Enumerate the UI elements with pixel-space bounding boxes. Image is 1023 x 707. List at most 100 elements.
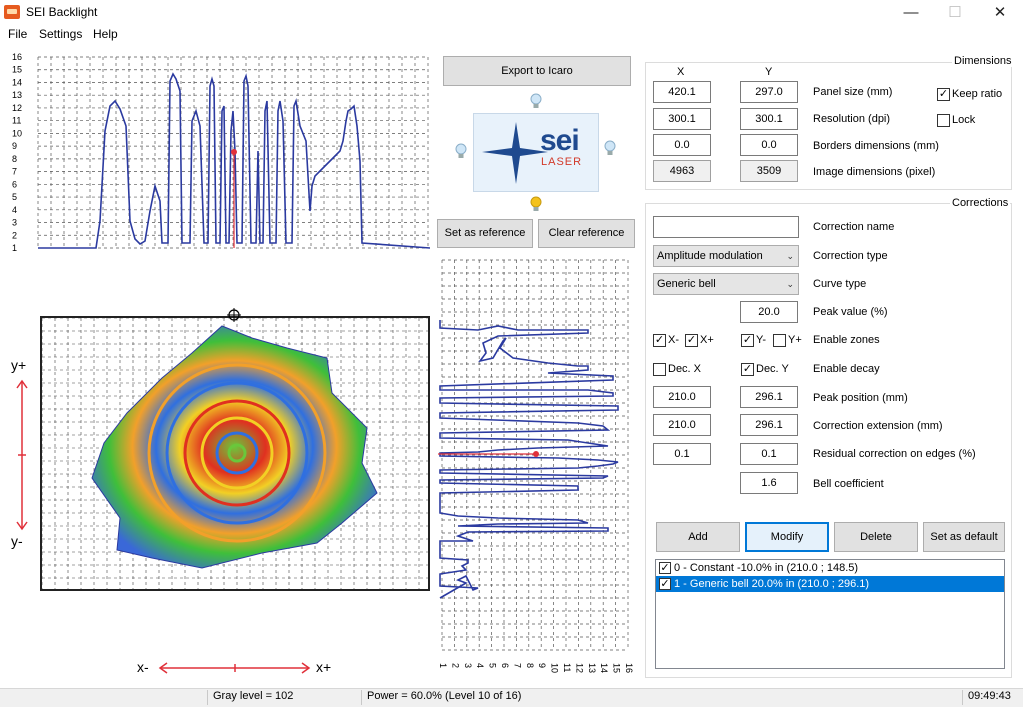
y-tick-label: 2 <box>12 230 17 240</box>
list-item-label: 0 - Constant -10.0% in (210.0 ; 148.5) <box>674 562 859 574</box>
residual-y-input[interactable]: 0.1 <box>740 443 798 465</box>
set-as-default-button[interactable]: Set as default <box>923 522 1005 552</box>
borders-y-input[interactable]: 0.0 <box>740 134 798 156</box>
top-plot-y-ticks: 16 15 14 13 12 11 10 9 8 7 6 5 4 3 2 1 <box>12 52 22 251</box>
list-item[interactable]: ✓ 1 - Generic bell 20.0% in (210.0 ; 296… <box>656 576 1004 592</box>
crosshair-icon[interactable] <box>227 308 241 322</box>
bell-coefficient-input[interactable]: 1.6 <box>740 472 798 494</box>
panel-size-y-input[interactable]: 297.0 <box>740 81 798 103</box>
zone-y-plus-checkbox[interactable] <box>773 334 786 347</box>
y-tick-label: 3 <box>12 218 17 228</box>
status-separator <box>962 690 963 705</box>
right-plot-x-ticks: 1 2 3 4 5 6 7 8 9 10 11 12 13 14 15 16 <box>438 663 634 673</box>
x-tick-label: 7 <box>512 663 522 668</box>
y-tick-label: 16 <box>12 52 22 62</box>
peak-position-y-input[interactable]: 296.1 <box>740 386 798 408</box>
x-minus-label: x- <box>137 659 149 675</box>
menu-file[interactable]: File <box>8 27 27 41</box>
top-profile-plot: 16 15 14 13 12 11 10 9 8 7 6 5 4 3 2 1 <box>10 51 430 251</box>
peak-value-input[interactable]: 20.0 <box>740 301 798 323</box>
peak-position-label: Peak position (mm) <box>813 392 908 404</box>
add-button[interactable]: Add <box>656 522 740 552</box>
zone-x-plus-checkbox[interactable]: ✓ <box>685 334 698 347</box>
lightbulb-bottom-icon[interactable] <box>529 196 543 212</box>
clear-reference-button[interactable]: Clear reference <box>538 219 635 248</box>
peak-position-x-input[interactable]: 210.0 <box>653 386 711 408</box>
gray-level-status: Gray level = 102 <box>213 690 294 702</box>
menu-help[interactable]: Help <box>93 27 118 41</box>
image-canvas[interactable] <box>40 316 430 591</box>
zone-x-minus-label: X- <box>668 334 679 346</box>
dec-y-label: Dec. Y <box>756 363 789 375</box>
window-title: SEI Backlight <box>26 5 98 19</box>
y-tick-label: 12 <box>12 103 22 113</box>
image-dim-y-value: 3509 <box>740 160 798 182</box>
y-tick-label: 9 <box>12 141 17 151</box>
top-marker-dot <box>231 149 237 155</box>
resolution-label: Resolution (dpi) <box>813 113 891 125</box>
status-separator <box>207 690 208 705</box>
corrections-list[interactable]: ✓ 0 - Constant -10.0% in (210.0 ; 148.5)… <box>655 559 1005 669</box>
y-tick-label: 10 <box>12 128 22 138</box>
zone-x-minus-checkbox[interactable]: ✓ <box>653 334 666 347</box>
dec-y-checkbox[interactable]: ✓ <box>741 363 754 376</box>
peak-value-label: Peak value (%) <box>813 306 888 318</box>
dec-x-label: Dec. X <box>668 363 702 375</box>
zone-x-plus-label: X+ <box>700 334 714 346</box>
y-axis-arrow <box>16 379 28 531</box>
keep-ratio-checkbox[interactable]: ✓ <box>937 88 950 101</box>
zone-y-minus-checkbox[interactable]: ✓ <box>741 334 754 347</box>
y-tick-label: 15 <box>12 65 22 75</box>
curve-type-select[interactable]: Generic bell ⌄ <box>653 273 799 295</box>
extension-y-input[interactable]: 296.1 <box>740 414 798 436</box>
residual-x-input[interactable]: 0.1 <box>653 443 711 465</box>
enable-zones-label: Enable zones <box>813 334 880 346</box>
delete-button[interactable]: Delete <box>834 522 918 552</box>
list-item-checkbox[interactable]: ✓ <box>659 562 671 574</box>
y-tick-label: 1 <box>12 243 17 251</box>
sei-laser-logo: sei LASER <box>473 113 599 192</box>
close-button[interactable]: ✕ <box>977 0 1023 25</box>
modify-button[interactable]: Modify <box>745 522 829 552</box>
right-marker-dot <box>533 451 539 457</box>
list-item-checkbox[interactable]: ✓ <box>659 578 671 590</box>
y-tick-label: 14 <box>12 77 22 87</box>
maximize-button[interactable]: ☐ <box>932 0 978 25</box>
lightbulb-top-icon[interactable] <box>529 93 543 109</box>
app-icon <box>4 5 20 19</box>
x-tick-label: 2 <box>450 663 460 668</box>
curve-type-label: Curve type <box>813 278 867 290</box>
status-separator <box>361 690 362 705</box>
zone-y-minus-label: Y- <box>756 334 766 346</box>
time-status: 09:49:43 <box>968 690 1011 702</box>
x-tick-label: 16 <box>624 663 634 673</box>
lightbulb-left-icon[interactable] <box>454 143 468 159</box>
y-tick-label: 8 <box>12 154 17 164</box>
export-to-icaro-button[interactable]: Export to Icaro <box>443 56 631 86</box>
borders-x-input[interactable]: 0.0 <box>653 134 711 156</box>
minimize-button[interactable]: — <box>888 0 934 25</box>
x-tick-label: 6 <box>500 663 510 668</box>
panel-size-x-input[interactable]: 420.1 <box>653 81 711 103</box>
y-tick-label: 7 <box>12 167 17 177</box>
set-as-reference-button[interactable]: Set as reference <box>437 219 533 248</box>
correction-type-label: Correction type <box>813 250 888 262</box>
dec-x-checkbox[interactable] <box>653 363 666 376</box>
x-tick-label: 5 <box>488 663 498 668</box>
x-plus-label: x+ <box>316 659 332 675</box>
list-item[interactable]: ✓ 0 - Constant -10.0% in (210.0 ; 148.5) <box>656 560 1004 576</box>
power-status: Power = 60.0% (Level 10 of 16) <box>367 690 522 702</box>
resolution-x-input[interactable]: 300.1 <box>653 108 711 130</box>
x-tick-label: 8 <box>525 663 535 668</box>
lock-checkbox[interactable] <box>937 114 950 127</box>
correction-type-select[interactable]: Amplitude modulation ⌄ <box>653 245 799 267</box>
resolution-y-input[interactable]: 300.1 <box>740 108 798 130</box>
correction-name-input[interactable] <box>653 216 799 238</box>
menu-settings[interactable]: Settings <box>39 27 82 41</box>
extension-label: Correction extension (mm) <box>813 420 943 432</box>
extension-x-input[interactable]: 210.0 <box>653 414 711 436</box>
y-plus-label: y+ <box>11 357 27 373</box>
chevron-down-icon: ⌄ <box>786 279 794 289</box>
y-tick-label: 5 <box>12 192 17 202</box>
lightbulb-right-icon[interactable] <box>603 140 617 156</box>
